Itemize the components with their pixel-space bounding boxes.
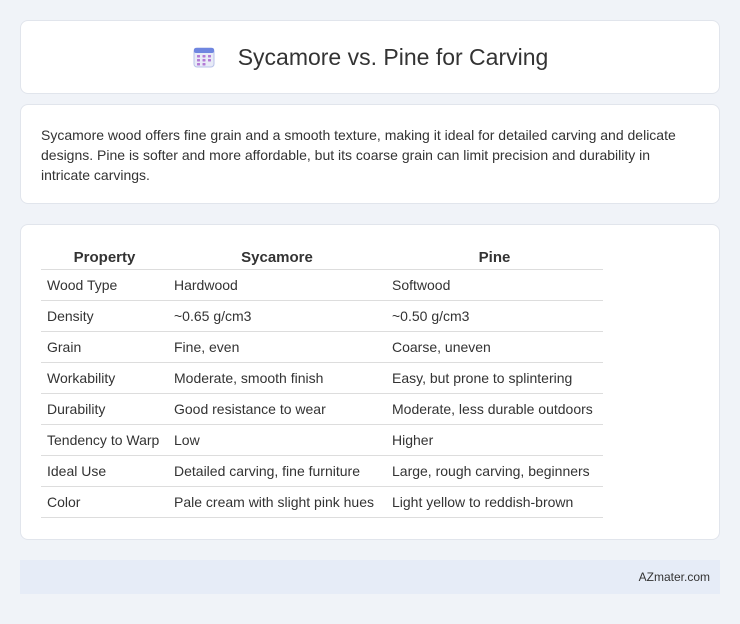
cell-property: Wood Type [41,269,168,301]
cell-pine: ~0.50 g/cm3 [386,300,603,332]
table-header-row: Property Sycamore Pine [41,245,603,270]
cell-property: Durability [41,393,168,425]
cell-property: Workability [41,362,168,394]
cell-pine: Large, rough carving, beginners [386,455,603,487]
table-row: Ideal Use Detailed carving, fine furnitu… [41,455,603,487]
cell-property: Ideal Use [41,455,168,487]
summary-text: Sycamore wood offers fine grain and a sm… [41,127,676,183]
page-title: Sycamore vs. Pine for Carving [237,43,549,70]
cell-sycamore: Hardwood [168,269,386,301]
cell-property: Grain [41,331,168,363]
cell-property: Tendency to Warp [41,424,168,456]
cell-sycamore: Detailed carving, fine furniture [168,455,386,487]
cell-sycamore: ~0.65 g/cm3 [168,300,386,332]
cell-pine: Higher [386,424,603,456]
table-row: Density ~0.65 g/cm3 ~0.50 g/cm3 [41,300,603,332]
header-sycamore: Sycamore [168,245,386,270]
cell-sycamore: Good resistance to wear [168,393,386,425]
cell-pine: Light yellow to reddish-brown [386,486,603,518]
table-row: Color Pale cream with slight pink hues L… [41,486,603,518]
table-row: Tendency to Warp Low Higher [41,424,603,456]
comparison-card: Property Sycamore Pine Wood Type Hardwoo… [20,224,720,540]
cell-property: Color [41,486,168,518]
footer-brand[interactable]: AZmater.com [639,570,710,584]
cell-property: Density [41,300,168,332]
title-card: Sycamore vs. Pine for Carving [20,20,720,94]
cell-sycamore: Moderate, smooth finish [168,362,386,394]
header-property: Property [41,245,168,270]
summary-card: Sycamore wood offers fine grain and a sm… [20,104,720,204]
comparison-table: Property Sycamore Pine Wood Type Hardwoo… [41,245,603,518]
header-pine: Pine [386,245,603,270]
table-row: Grain Fine, even Coarse, uneven [41,331,603,363]
cell-sycamore: Low [168,424,386,456]
table-row: Workability Moderate, smooth finish Easy… [41,362,603,394]
table-row: Wood Type Hardwood Softwood [41,269,603,301]
cell-sycamore: Pale cream with slight pink hues [168,486,386,518]
cell-pine: Coarse, uneven [386,331,603,363]
cell-pine: Moderate, less durable outdoors [386,393,603,425]
footer: AZmater.com [20,560,720,594]
calendar-icon [192,45,216,69]
table-row: Durability Good resistance to wear Moder… [41,393,603,425]
cell-sycamore: Fine, even [168,331,386,363]
cell-pine: Easy, but prone to splintering [386,362,603,394]
cell-pine: Softwood [386,269,603,301]
